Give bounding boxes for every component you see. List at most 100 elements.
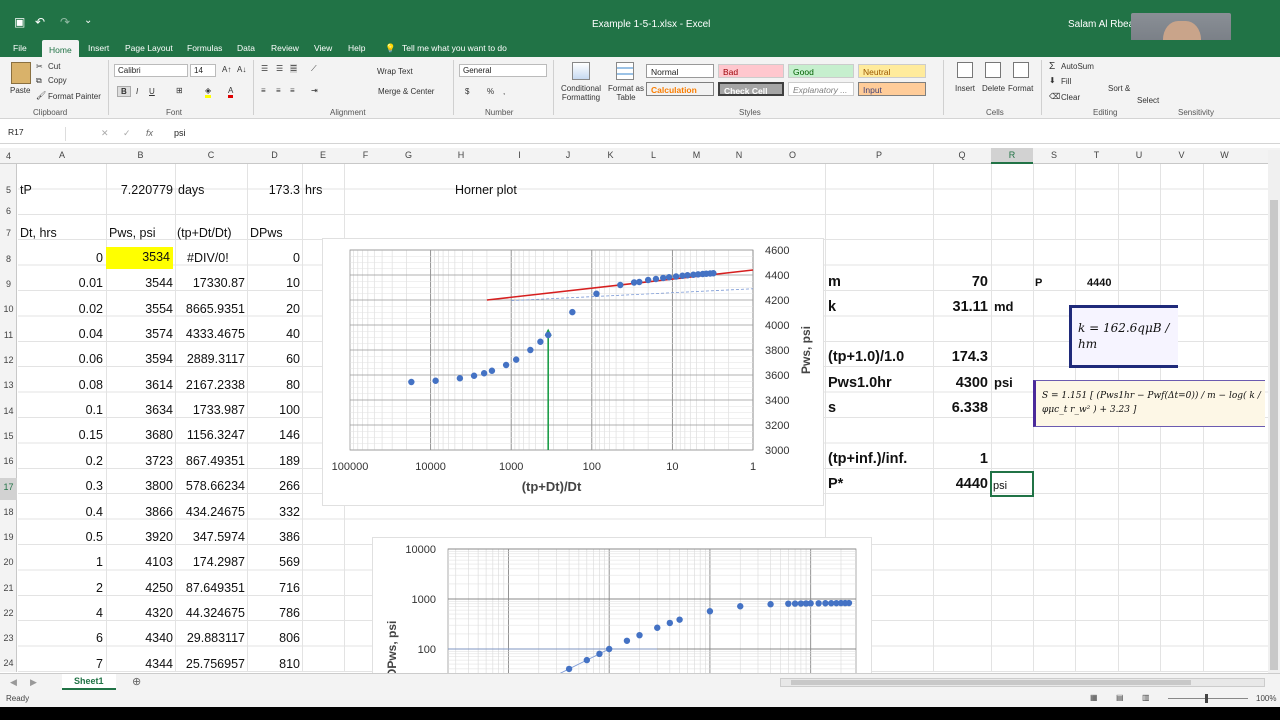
- row-header[interactable]: 13: [0, 380, 17, 390]
- insert-cells-button[interactable]: Insert: [955, 84, 975, 93]
- horizontal-scroll-thumb[interactable]: [791, 680, 1191, 685]
- sort-filter-button[interactable]: Sort & Filter: [1108, 84, 1132, 93]
- table-cell[interactable]: 3634: [106, 400, 173, 420]
- column-header[interactable]: O: [760, 150, 825, 160]
- table-cell[interactable]: 0.4: [18, 502, 103, 522]
- copy-icon[interactable]: ⧉: [36, 76, 42, 86]
- row-header[interactable]: 7: [0, 228, 17, 238]
- font-name-select[interactable]: Calibri: [114, 64, 188, 77]
- add-sheet-icon[interactable]: ⊕: [132, 675, 141, 688]
- column-header[interactable]: D: [247, 150, 302, 160]
- table-cell[interactable]: 4: [18, 603, 103, 623]
- shrink-font-icon[interactable]: A↓: [237, 65, 246, 74]
- horner-chart[interactable]: 4600 4400 4200 4000 3800 3600 3400 3200 3000 1000…: [322, 238, 824, 506]
- table-cell[interactable]: 0.1: [18, 400, 103, 420]
- header-ratio[interactable]: (tp+Dt/Dt): [177, 223, 232, 243]
- formula-input[interactable]: psi: [174, 128, 186, 138]
- table-cell[interactable]: 386: [247, 527, 300, 547]
- percent-button[interactable]: %: [487, 87, 494, 96]
- conditional-formatting-button[interactable]: Conditional Formatting: [559, 84, 603, 102]
- table-cell[interactable]: 786: [247, 603, 300, 623]
- table-cell[interactable]: 0.2: [18, 451, 103, 471]
- result-k-unit[interactable]: md: [994, 297, 1014, 317]
- table-cell[interactable]: 4333.4675: [175, 324, 245, 344]
- autosum-button[interactable]: AutoSum: [1061, 62, 1094, 71]
- tab-home[interactable]: Home: [42, 40, 79, 57]
- merge-center-button[interactable]: Merge & Center: [378, 87, 434, 96]
- table-cell[interactable]: 347.5974: [175, 527, 245, 547]
- row-header[interactable]: 12: [0, 355, 17, 365]
- result-m-label[interactable]: m: [828, 272, 841, 292]
- table-cell[interactable]: 2889.3117: [175, 349, 245, 369]
- comma-button[interactable]: ,: [503, 87, 505, 96]
- align-center-icon[interactable]: ≡: [276, 86, 281, 95]
- redo-icon[interactable]: ↷: [60, 15, 70, 29]
- table-cell[interactable]: 3534: [106, 247, 173, 269]
- table-cell[interactable]: 434.24675: [175, 502, 245, 522]
- table-cell[interactable]: 40: [247, 324, 300, 344]
- view-normal-icon[interactable]: ▦: [1090, 693, 1098, 702]
- format-painter-icon[interactable]: 🖌: [36, 91, 46, 100]
- table-cell[interactable]: 17330.87: [175, 273, 245, 293]
- column-header[interactable]: V: [1160, 150, 1203, 160]
- column-header[interactable]: J: [547, 150, 589, 160]
- cut-icon[interactable]: ✂: [36, 62, 43, 71]
- result-k-label[interactable]: k: [828, 297, 836, 317]
- loglog-chart[interactable]: 10000 1000 100 DPws, psi: [372, 537, 872, 677]
- name-box[interactable]: R17: [4, 127, 66, 141]
- table-cell[interactable]: 0.02: [18, 299, 103, 319]
- sheet-nav-next-icon[interactable]: ▶: [30, 677, 37, 688]
- table-cell[interactable]: 867.49351: [175, 451, 245, 471]
- insert-cells-icon[interactable]: [957, 62, 973, 78]
- tab-formulas[interactable]: Formulas: [187, 43, 222, 57]
- horner-plot-title[interactable]: Horner plot: [455, 180, 517, 200]
- tell-me-search[interactable]: Tell me what you want to do: [402, 43, 507, 57]
- result-pstar-value[interactable]: 4440: [933, 474, 988, 494]
- column-header[interactable]: W: [1203, 150, 1246, 160]
- conditional-formatting-icon[interactable]: [572, 62, 590, 80]
- fill-icon[interactable]: ⬇: [1049, 76, 1056, 85]
- fill-button[interactable]: Fill: [1061, 77, 1071, 86]
- column-header[interactable]: C: [175, 150, 247, 160]
- number-format-select[interactable]: General: [459, 64, 547, 77]
- table-cell[interactable]: 578.66234: [175, 476, 245, 496]
- column-header[interactable]: E: [302, 150, 344, 160]
- table-cell[interactable]: 716: [247, 578, 300, 598]
- table-cell[interactable]: 4250: [106, 578, 173, 598]
- format-cells-icon[interactable]: [1013, 62, 1029, 78]
- row-header[interactable]: 14: [0, 406, 17, 416]
- column-header[interactable]: A: [18, 150, 106, 160]
- result-s-value[interactable]: 6.338: [933, 398, 988, 418]
- table-cell[interactable]: 8665.9351: [175, 299, 245, 319]
- tab-page-layout[interactable]: Page Layout: [125, 43, 173, 57]
- column-header[interactable]: H: [430, 150, 492, 160]
- result-tpinf-value[interactable]: 1: [933, 449, 988, 469]
- table-cell[interactable]: 0.06: [18, 349, 103, 369]
- tab-file[interactable]: File: [13, 43, 27, 57]
- borders-icon[interactable]: ⊞: [176, 86, 183, 95]
- column-header[interactable]: N: [718, 150, 760, 160]
- row-header[interactable]: 22: [0, 608, 17, 618]
- result-m-value[interactable]: 70: [933, 272, 988, 292]
- column-header[interactable]: B: [106, 150, 175, 160]
- table-cell[interactable]: 266: [247, 476, 300, 496]
- column-header[interactable]: U: [1118, 150, 1160, 160]
- format-table-icon[interactable]: [616, 62, 634, 80]
- result-pstar-label[interactable]: P*: [828, 474, 843, 494]
- table-cell[interactable]: 3554: [106, 299, 173, 319]
- table-cell[interactable]: 0.3: [18, 476, 103, 496]
- row-header[interactable]: 10: [0, 304, 17, 314]
- table-cell[interactable]: 4344: [106, 654, 173, 674]
- table-cell[interactable]: 44.324675: [175, 603, 245, 623]
- row-header[interactable]: 24: [0, 658, 17, 668]
- table-cell[interactable]: 0.08: [18, 375, 103, 395]
- cell-tp-label[interactable]: tP: [20, 180, 32, 200]
- skin-equation-image[interactable]: S = 1.151 [ (Pws1hr − Pwf(Δt=0)) / m − l…: [1033, 380, 1265, 427]
- result-p-value[interactable]: 4440: [1087, 273, 1111, 293]
- style-calculation[interactable]: Calculation: [646, 82, 714, 96]
- cell-tp-days[interactable]: days: [178, 180, 204, 200]
- align-top-icon[interactable]: ☰: [261, 64, 268, 73]
- table-cell[interactable]: 87.649351: [175, 578, 245, 598]
- align-left-icon[interactable]: ≡: [261, 86, 266, 95]
- vertical-scrollbar[interactable]: [1268, 150, 1280, 675]
